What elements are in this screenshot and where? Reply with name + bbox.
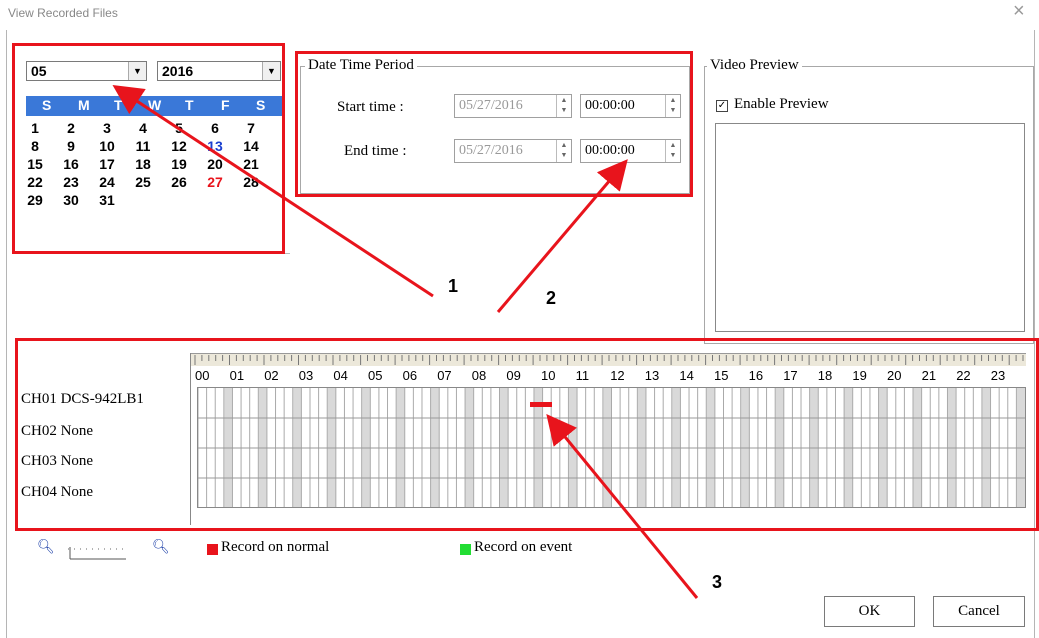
annotation-number-2: 2 — [538, 280, 594, 316]
annotation-arrows — [112, 85, 699, 599]
annotation-number-1: 1 — [438, 268, 486, 306]
annotation-number-3: 3 — [700, 564, 752, 602]
